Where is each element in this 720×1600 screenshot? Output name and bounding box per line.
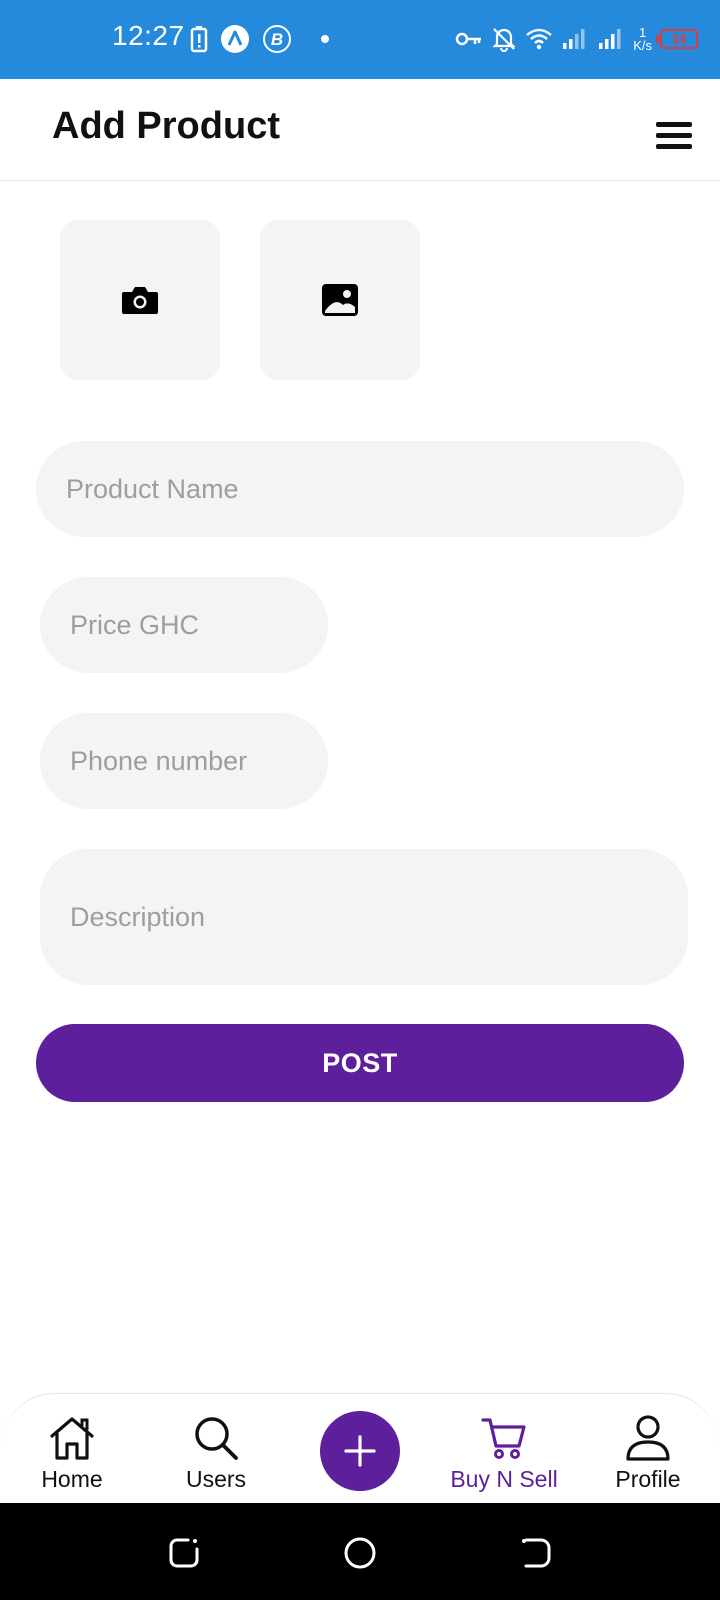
- bell-off-icon: [492, 28, 516, 52]
- nav-label-home: Home: [41, 1466, 103, 1492]
- vpn-key-icon: [455, 32, 482, 46]
- nav-item-home[interactable]: Home: [12, 1394, 132, 1504]
- page-title: Add Product: [52, 105, 280, 147]
- nav-label-users: Users: [185, 1466, 247, 1492]
- person-icon: [626, 1415, 670, 1461]
- product-name-input[interactable]: [36, 441, 684, 537]
- signal-icon: [563, 29, 585, 49]
- wifi-icon: [526, 28, 553, 50]
- dot-icon: [321, 35, 329, 43]
- nav-item-users[interactable]: Users: [156, 1394, 276, 1504]
- hamburger-menu-icon[interactable]: [656, 122, 692, 150]
- plus-icon: [344, 1435, 376, 1467]
- status-bar: 12:27 B 1 K/s 14: [0, 0, 720, 79]
- signal-icon: [599, 29, 621, 49]
- home-button-icon[interactable]: [340, 1533, 380, 1573]
- recent-apps-icon[interactable]: [164, 1533, 204, 1573]
- app-header: Add Product: [0, 79, 720, 181]
- status-time: 12:27: [112, 20, 185, 51]
- nav-label-profile: Profile: [615, 1466, 681, 1492]
- cart-icon: [481, 1418, 526, 1459]
- price-input[interactable]: [40, 577, 328, 673]
- search-icon: [195, 1417, 238, 1460]
- app-b-icon: B: [263, 25, 291, 53]
- net-speed-unit: K/s: [633, 38, 652, 53]
- post-button[interactable]: POST: [36, 1024, 684, 1102]
- status-right-icons: 1 K/s 14: [455, 22, 698, 56]
- nav-item-buy-n-sell[interactable]: Buy N Sell: [444, 1394, 564, 1504]
- nav-item-profile[interactable]: Profile: [588, 1394, 708, 1504]
- bottom-navigation: Home Users Buy N Sell Profile: [0, 1393, 720, 1504]
- battery-indicator: 14: [656, 29, 698, 49]
- camera-icon: [122, 287, 158, 314]
- net-speed: 1 K/s: [633, 26, 652, 52]
- gallery-picker-button[interactable]: [260, 220, 420, 380]
- gallery-icon: [322, 284, 358, 316]
- description-input[interactable]: [40, 849, 688, 985]
- system-navigation-bar: [0, 1503, 720, 1600]
- app-a-icon: [221, 25, 249, 53]
- camera-picker-button[interactable]: [60, 220, 220, 380]
- svg-text:B: B: [271, 30, 283, 49]
- phone-number-input[interactable]: [40, 713, 328, 809]
- status-left-icons: B: [190, 22, 334, 56]
- home-icon: [50, 1417, 94, 1460]
- nav-label-buy-n-sell: Buy N Sell: [450, 1466, 558, 1492]
- add-product-nav-button[interactable]: [320, 1411, 400, 1491]
- back-icon[interactable]: [516, 1533, 556, 1573]
- battery-alert-icon: [190, 26, 208, 53]
